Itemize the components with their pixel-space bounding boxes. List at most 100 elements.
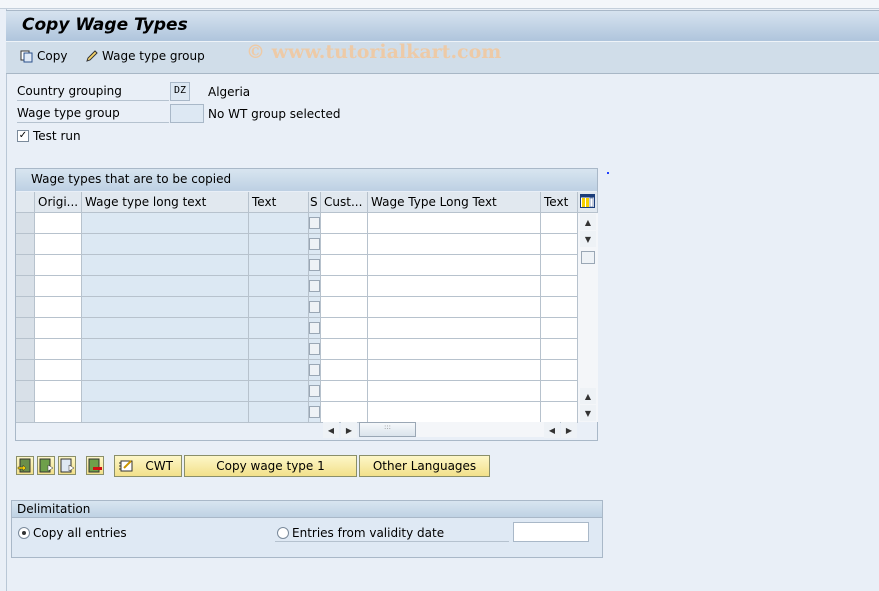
scroll-right-icon[interactable]: ▶ — [341, 422, 357, 438]
cell-long-text — [82, 276, 249, 297]
scroll-down-icon[interactable]: ▼ — [580, 231, 596, 247]
scroll-page-up-icon[interactable]: ▲ — [580, 388, 596, 404]
cell-original[interactable] — [35, 402, 82, 423]
cell-customer[interactable] — [321, 318, 368, 339]
copy-all-entries-radio[interactable] — [18, 527, 30, 539]
scroll-up-icon[interactable]: ▲ — [580, 214, 596, 230]
validity-date-input[interactable] — [513, 522, 589, 542]
cell-customer-text[interactable] — [541, 339, 578, 360]
vertical-scroll-thumb[interactable] — [581, 251, 595, 264]
cell-original[interactable] — [35, 234, 82, 255]
column-header-customer-long-text[interactable]: Wage Type Long Text — [368, 192, 541, 213]
cell-customer[interactable] — [321, 360, 368, 381]
select-all-header[interactable] — [16, 192, 35, 213]
row-selector[interactable] — [16, 339, 35, 360]
cell-customer-long-text[interactable] — [368, 381, 541, 402]
horizontal-scroll-thumb[interactable]: ::: — [359, 422, 416, 437]
cell-customer[interactable] — [321, 234, 368, 255]
row-checkbox[interactable] — [309, 406, 320, 418]
scroll-right-end-icon[interactable]: ▶ — [561, 422, 577, 438]
cell-s — [309, 318, 321, 339]
row-selector[interactable] — [16, 234, 35, 255]
cwt-button[interactable]: CWT — [114, 455, 182, 477]
cell-customer-long-text[interactable] — [368, 213, 541, 234]
cell-original[interactable] — [35, 297, 82, 318]
row-checkbox[interactable] — [309, 364, 320, 376]
copy-button[interactable]: Copy — [20, 49, 67, 63]
layout-settings-button[interactable] — [578, 192, 598, 213]
cell-customer[interactable] — [321, 255, 368, 276]
cell-original[interactable] — [35, 255, 82, 276]
scroll-left-icon[interactable]: ◀ — [323, 422, 339, 438]
cell-customer-text[interactable] — [541, 402, 578, 423]
cell-customer-long-text[interactable] — [368, 339, 541, 360]
row-selector[interactable] — [16, 402, 35, 423]
cell-customer[interactable] — [321, 276, 368, 297]
cell-customer-text[interactable] — [541, 360, 578, 381]
row-checkbox[interactable] — [309, 385, 320, 397]
cell-original[interactable] — [35, 381, 82, 402]
cell-original[interactable] — [35, 318, 82, 339]
deselect-all-button[interactable] — [86, 456, 104, 475]
row-checkbox[interactable] — [309, 217, 320, 229]
cell-customer-text[interactable] — [541, 276, 578, 297]
deselect-button[interactable] — [58, 456, 76, 475]
cell-customer-long-text[interactable] — [368, 234, 541, 255]
cell-customer-long-text[interactable] — [368, 276, 541, 297]
test-run-checkbox[interactable]: ✓ — [17, 130, 29, 142]
select-block-button[interactable] — [37, 456, 55, 475]
row-selector[interactable] — [16, 255, 35, 276]
row-checkbox[interactable] — [309, 322, 320, 334]
scroll-left-end-icon[interactable]: ◀ — [544, 422, 560, 438]
row-checkbox[interactable] — [309, 259, 320, 271]
row-selector[interactable] — [16, 297, 35, 318]
cell-original[interactable] — [35, 213, 82, 234]
other-languages-button[interactable]: Other Languages — [359, 455, 490, 477]
row-selector[interactable] — [16, 360, 35, 381]
cell-customer[interactable] — [321, 297, 368, 318]
cell-customer[interactable] — [321, 213, 368, 234]
row-checkbox[interactable] — [309, 301, 320, 313]
cell-customer-text[interactable] — [541, 381, 578, 402]
cell-customer-text[interactable] — [541, 234, 578, 255]
row-checkbox[interactable] — [309, 343, 320, 355]
wage-types-table: Wage types that are to be copied Origi..… — [15, 168, 598, 441]
select-all-button[interactable] — [16, 456, 34, 475]
scroll-page-down-icon[interactable]: ▼ — [580, 405, 596, 421]
cell-customer-text[interactable] — [541, 297, 578, 318]
column-header-s[interactable]: S — [309, 192, 321, 213]
column-header-long-text[interactable]: Wage type long text — [82, 192, 249, 213]
wage-type-group-input[interactable] — [170, 104, 204, 123]
cell-customer-long-text[interactable] — [368, 255, 541, 276]
column-header-text[interactable]: Text — [249, 192, 309, 213]
row-selector[interactable] — [16, 381, 35, 402]
cell-customer-long-text[interactable] — [368, 318, 541, 339]
wage-type-group-button[interactable]: Wage type group — [85, 49, 205, 63]
column-header-original[interactable]: Origi... — [35, 192, 82, 213]
cell-customer-text[interactable] — [541, 318, 578, 339]
row-checkbox[interactable] — [309, 238, 320, 250]
vertical-scrollbar[interactable]: ▲ ▼ ▲ ▼ — [578, 213, 598, 422]
cell-customer-long-text[interactable] — [368, 360, 541, 381]
cell-customer-text[interactable] — [541, 213, 578, 234]
copy-wage-type-button[interactable]: Copy wage type 1 — [184, 455, 357, 477]
row-selector[interactable] — [16, 318, 35, 339]
cell-customer-text[interactable] — [541, 255, 578, 276]
cell-customer-long-text[interactable] — [368, 297, 541, 318]
cell-original[interactable] — [35, 339, 82, 360]
row-checkbox[interactable] — [309, 280, 320, 292]
cell-customer[interactable] — [321, 381, 368, 402]
cell-customer-long-text[interactable] — [368, 402, 541, 423]
cell-original[interactable] — [35, 276, 82, 297]
column-header-customer[interactable]: Cust... — [321, 192, 368, 213]
horizontal-scrollbar[interactable]: ◀ ▶ ::: ◀ ▶ — [321, 422, 579, 439]
cell-customer[interactable] — [321, 339, 368, 360]
cell-original[interactable] — [35, 360, 82, 381]
column-header-customer-text[interactable]: Text — [541, 192, 578, 213]
cell-customer[interactable] — [321, 402, 368, 423]
row-selector[interactable] — [16, 276, 35, 297]
row-selector[interactable] — [16, 213, 35, 234]
cell-text — [249, 339, 309, 360]
entries-from-validity-date-radio[interactable] — [277, 527, 289, 539]
country-grouping-input[interactable]: DZ — [170, 82, 190, 101]
